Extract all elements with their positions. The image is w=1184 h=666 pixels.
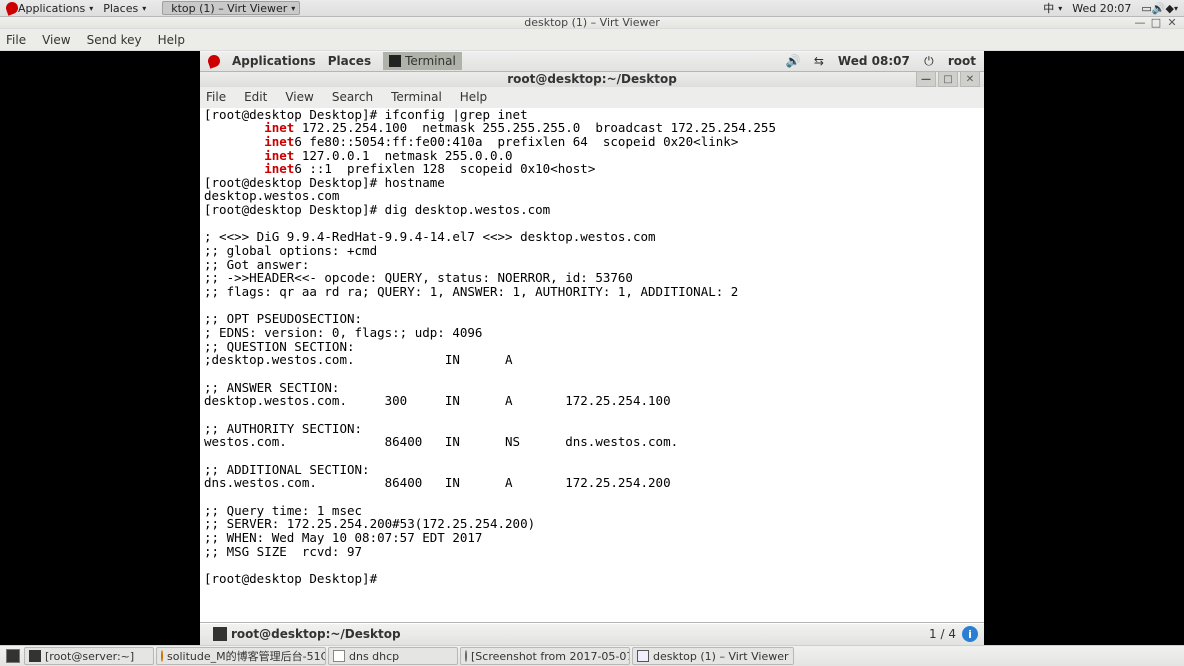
workspace-pager[interactable]: 1 / 4	[929, 627, 956, 641]
terminal-maximize-button[interactable]: □	[938, 71, 958, 87]
terminal-title: root@desktop:~/Desktop	[507, 72, 677, 86]
menu-file[interactable]: File	[6, 33, 26, 47]
guest-right-letterbox	[984, 51, 1184, 645]
taskbar-button[interactable]: [root@server:~]	[24, 647, 154, 665]
guest-top-panel: Applications Places Terminal 🔊 ⇆ Wed 08:…	[200, 51, 984, 72]
taskbar-button[interactable]: solitude_M的博客管理后台-51CT…	[156, 647, 326, 665]
terminal-minimize-button[interactable]: —	[916, 71, 936, 87]
menu-sendkey[interactable]: Send key	[87, 33, 142, 47]
terminal-close-button[interactable]: ✕	[960, 71, 980, 87]
host-bottom-taskbar: [root@server:~] solitude_M的博客管理后台-51CT… …	[0, 645, 1184, 666]
maximize-button[interactable]: □	[1148, 16, 1164, 29]
taskbar-button[interactable]: [Screenshot from 2017-05-07 0…	[460, 647, 630, 665]
terminal-menubar: File Edit View Search Terminal Help	[200, 87, 984, 108]
close-button[interactable]: ✕	[1164, 16, 1180, 29]
menu-view[interactable]: View	[42, 33, 70, 47]
host-clock[interactable]: Wed 20:07	[1072, 2, 1131, 15]
minimize-button[interactable]: —	[1132, 16, 1148, 29]
guest-places-menu[interactable]: Places	[328, 54, 371, 68]
host-applications-menu[interactable]: Applications▾	[18, 2, 93, 15]
battery-icon[interactable]: ▭	[1141, 2, 1151, 15]
show-desktop-icon[interactable]	[6, 649, 20, 663]
network-icon[interactable]: ⇆	[812, 54, 826, 68]
terminal-menu-view[interactable]: View	[285, 90, 313, 104]
host-active-task[interactable]: ktop (1) – Virt Viewer▾	[162, 1, 300, 15]
guest-user[interactable]: root	[948, 54, 976, 68]
terminal-titlebar[interactable]: root@desktop:~/Desktop — □ ✕	[200, 72, 984, 87]
volume-icon[interactable]: 🔊	[786, 54, 800, 68]
terminal-menu-help[interactable]: Help	[460, 90, 487, 104]
virt-viewer-menubar: File View Send key Help	[0, 29, 1184, 51]
guest-bottom-panel: root@desktop:~/Desktop 1 / 4 i	[200, 623, 984, 645]
settings-icon[interactable]: ◆	[1166, 2, 1174, 15]
virt-viewer-titlebar[interactable]: desktop (1) – Virt Viewer — □ ✕	[0, 17, 1184, 29]
terminal-output[interactable]: [root@desktop Desktop]# ifconfig |grep i…	[200, 108, 984, 622]
terminal-menu-file[interactable]: File	[206, 90, 226, 104]
taskbar-button-terminal[interactable]: root@desktop:~/Desktop	[206, 625, 408, 643]
guest-distro-icon	[206, 54, 221, 69]
terminal-menu-search[interactable]: Search	[332, 90, 373, 104]
terminal-menu-edit[interactable]: Edit	[244, 90, 267, 104]
guest-applications-menu[interactable]: Applications	[232, 54, 316, 68]
terminal-menu-terminal[interactable]: Terminal	[391, 90, 442, 104]
guest-active-window-tab[interactable]: Terminal	[383, 52, 462, 70]
taskbar-button[interactable]: desktop (1) – Virt Viewer	[632, 647, 794, 665]
host-top-panel: Applications▾ Places▾ ktop (1) – Virt Vi…	[0, 0, 1184, 17]
guest-clock[interactable]: Wed 08:07	[838, 54, 910, 68]
info-icon[interactable]: i	[962, 626, 978, 642]
taskbar-button[interactable]: dns dhcp	[328, 647, 458, 665]
menu-help[interactable]: Help	[158, 33, 185, 47]
host-places-menu[interactable]: Places▾	[103, 2, 146, 15]
volume-icon[interactable]: 🔊	[1152, 2, 1166, 15]
guest-left-letterbox	[0, 51, 200, 645]
host-ime-indicator[interactable]: 中 ▾	[1043, 0, 1062, 16]
power-icon[interactable]: ⏻	[922, 54, 936, 68]
virt-viewer-title: desktop (1) – Virt Viewer	[524, 16, 660, 29]
